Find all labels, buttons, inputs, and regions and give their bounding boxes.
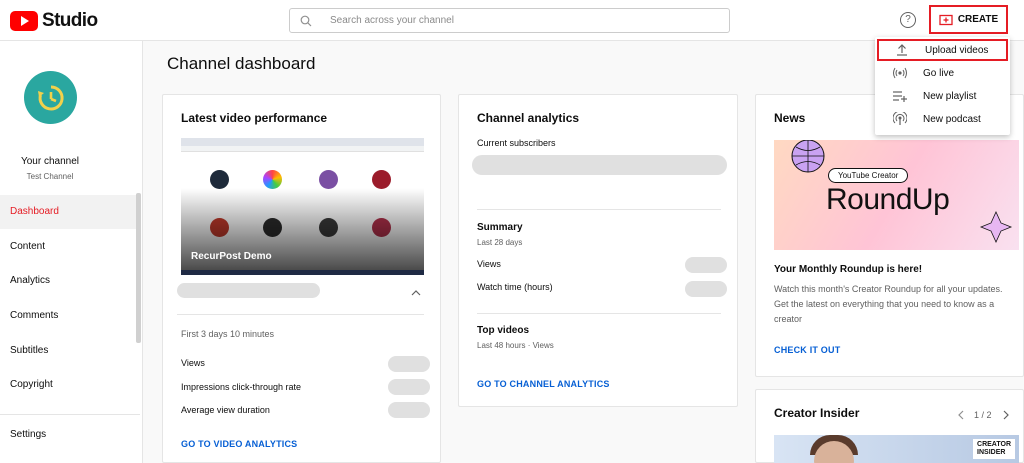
creator-insider-thumbnail[interactable]: CREATOR INSIDER bbox=[774, 435, 1019, 463]
menu-item-label: New podcast bbox=[923, 113, 981, 125]
page-title: Channel dashboard bbox=[167, 54, 316, 73]
news-chip: YouTube Creator bbox=[828, 168, 909, 183]
podcast-icon bbox=[877, 112, 923, 126]
decorative-globe-icon bbox=[791, 140, 825, 173]
loading-placeholder bbox=[177, 283, 320, 298]
your-channel-label: Your channel bbox=[20, 156, 79, 167]
metric-value-placeholder bbox=[388, 356, 430, 372]
news-banner-text: RoundUp bbox=[826, 183, 950, 216]
top-videos-period: Last 48 hours · Views bbox=[477, 341, 554, 350]
metric-value-placeholder bbox=[388, 379, 430, 395]
menu-item-go-live[interactable]: Go live bbox=[877, 62, 1008, 84]
top-videos-title: Top videos bbox=[477, 325, 530, 336]
card-title: Channel analytics bbox=[477, 111, 580, 125]
check-it-out-link[interactable]: CHECK IT OUT bbox=[774, 345, 840, 355]
summary-period: Last 28 days bbox=[477, 238, 523, 247]
chevron-up-icon[interactable] bbox=[411, 289, 421, 296]
metric-label: Views bbox=[181, 358, 205, 368]
create-menu: Upload videos Go live New playlist New p… bbox=[875, 37, 1010, 135]
summary-title: Summary bbox=[477, 222, 523, 233]
top-bar: Studio ? CREATE bbox=[0, 0, 1024, 41]
video-thumbnail[interactable]: RecurPost Demo bbox=[181, 138, 424, 275]
sidebar-item-content[interactable]: Content bbox=[0, 230, 136, 264]
menu-item-new-podcast[interactable]: New podcast bbox=[877, 108, 1008, 130]
go-to-video-analytics-link[interactable]: GO TO VIDEO ANALYTICS bbox=[181, 439, 297, 449]
subscribers-placeholder bbox=[472, 155, 727, 175]
creator-insider-card: Creator Insider 1 / 2 CREATOR INSIDER bbox=[755, 389, 1024, 463]
sidebar-item-settings[interactable]: Settings bbox=[0, 418, 136, 452]
news-headline: Your Monthly Roundup is here! bbox=[774, 264, 923, 275]
video-title: RecurPost Demo bbox=[191, 251, 272, 262]
sidebar-item-subtitles[interactable]: Subtitles bbox=[0, 334, 136, 368]
create-video-icon bbox=[939, 14, 953, 25]
studio-logo[interactable]: Studio bbox=[10, 10, 98, 32]
menu-item-label: New playlist bbox=[923, 90, 977, 102]
help-icon[interactable]: ? bbox=[900, 12, 916, 28]
news-card: News YouTube Creator RoundUp Your Monthl… bbox=[755, 94, 1024, 377]
logo-text: Studio bbox=[42, 10, 98, 31]
youtube-logo-icon bbox=[10, 11, 38, 31]
creator-insider-badge: CREATOR INSIDER bbox=[973, 439, 1015, 459]
sidebar: Your channel Test Channel Dashboard Cont… bbox=[0, 41, 143, 463]
card-title: Creator Insider bbox=[774, 406, 860, 420]
upload-icon bbox=[879, 44, 925, 56]
metric-label: Impressions click-through rate bbox=[181, 382, 302, 392]
menu-item-new-playlist[interactable]: New playlist bbox=[877, 85, 1008, 107]
channel-name: Test Channel bbox=[26, 172, 74, 181]
chevron-right-icon[interactable] bbox=[1002, 410, 1010, 420]
sidebar-item-copyright[interactable]: Copyright bbox=[0, 368, 136, 402]
sidebar-scrollbar[interactable] bbox=[136, 193, 141, 343]
card-title: News bbox=[774, 111, 806, 125]
create-label: CREATE bbox=[957, 14, 999, 25]
decorative-star-icon bbox=[979, 211, 1013, 243]
search-bar[interactable] bbox=[289, 8, 730, 33]
channel-analytics-card: Channel analytics Current subscribers Su… bbox=[458, 94, 738, 407]
search-input[interactable] bbox=[326, 15, 706, 26]
clock-logo-icon bbox=[37, 84, 64, 110]
pager-label: 1 / 2 bbox=[974, 410, 992, 420]
menu-item-upload-videos[interactable]: Upload videos bbox=[877, 39, 1008, 61]
news-body: Watch this month's Creator Roundup for a… bbox=[774, 284, 1003, 324]
channel-avatar[interactable] bbox=[24, 71, 77, 124]
sidebar-item-dashboard[interactable]: Dashboard bbox=[0, 195, 136, 229]
search-icon bbox=[300, 15, 326, 27]
create-button[interactable]: CREATE bbox=[929, 5, 1008, 34]
live-icon bbox=[877, 67, 923, 79]
news-banner-image[interactable]: YouTube Creator RoundUp bbox=[774, 140, 1019, 250]
sidebar-item-comments[interactable]: Comments bbox=[0, 299, 136, 333]
summary-value-placeholder bbox=[685, 281, 727, 297]
summary-metric-label: Watch time (hours) bbox=[477, 282, 553, 292]
metric-value-placeholder bbox=[388, 402, 430, 418]
sidebar-item-analytics[interactable]: Analytics bbox=[0, 264, 136, 298]
latest-video-card: Latest video performance RecurPost Demo … bbox=[162, 94, 441, 463]
sidebar-divider bbox=[0, 414, 140, 415]
period-label: First 3 days 10 minutes bbox=[181, 329, 275, 339]
card-title: Latest video performance bbox=[181, 111, 328, 125]
menu-item-label: Upload videos bbox=[925, 44, 989, 56]
summary-metric-label: Views bbox=[477, 259, 501, 269]
metric-label: Average view duration bbox=[181, 405, 270, 415]
menu-item-label: Go live bbox=[923, 67, 955, 79]
chevron-left-icon[interactable] bbox=[957, 410, 965, 420]
playlist-add-icon bbox=[877, 90, 923, 102]
subscribers-label: Current subscribers bbox=[477, 138, 556, 148]
summary-value-placeholder bbox=[685, 257, 727, 273]
go-to-channel-analytics-link[interactable]: GO TO CHANNEL ANALYTICS bbox=[477, 379, 610, 389]
